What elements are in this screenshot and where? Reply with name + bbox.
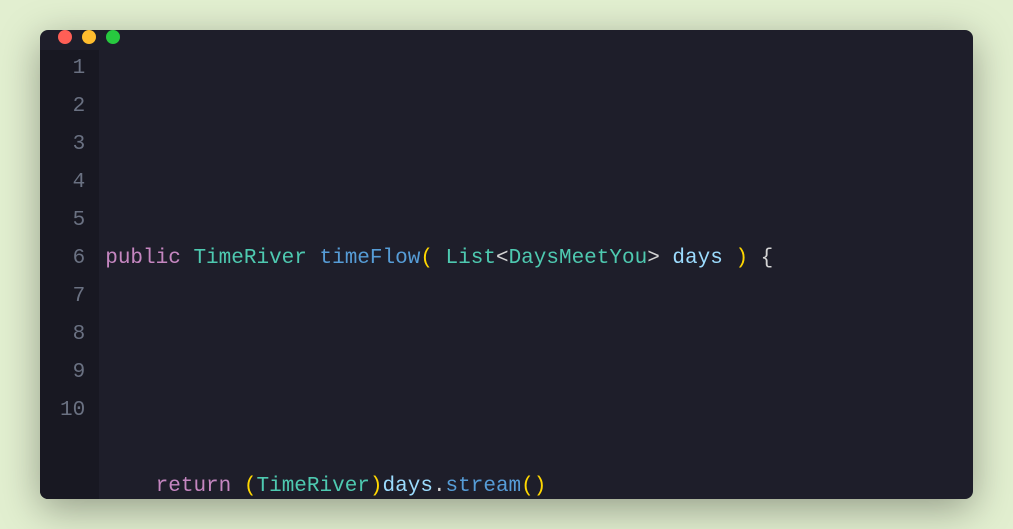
- type-daysmeetyou: DaysMeetYou: [509, 247, 648, 270]
- paren-open: (: [420, 247, 433, 270]
- minimize-icon[interactable]: [82, 30, 96, 44]
- line-number-gutter: 1 2 3 4 5 6 7 8 9 10: [40, 50, 99, 499]
- type-timeriver: TimeRiver: [193, 247, 306, 270]
- code-content[interactable]: public TimeRiver timeFlow( List<DaysMeet…: [99, 50, 773, 499]
- var-days: days: [383, 475, 433, 498]
- line-number: 6: [60, 240, 85, 278]
- line-number: 10: [60, 392, 85, 430]
- paren-close: ): [735, 247, 748, 270]
- paren-open: (: [244, 475, 257, 498]
- line-number: 2: [60, 88, 85, 126]
- maximize-icon[interactable]: [106, 30, 120, 44]
- paren-close: ): [534, 475, 547, 498]
- angle-open: <: [496, 247, 509, 270]
- keyword-public: public: [105, 247, 181, 270]
- close-icon[interactable]: [58, 30, 72, 44]
- line-number: 1: [60, 50, 85, 88]
- paren-close: ): [370, 475, 383, 498]
- code-editor-window: 1 2 3 4 5 6 7 8 9 10 public TimeRiver ti…: [40, 30, 973, 499]
- code-line: public TimeRiver timeFlow( List<DaysMeet…: [105, 240, 773, 278]
- angle-close: >: [647, 247, 660, 270]
- window-titlebar: [40, 30, 973, 44]
- code-line: [105, 354, 773, 392]
- indent: [105, 475, 155, 498]
- line-number: 8: [60, 316, 85, 354]
- type-list: List: [446, 247, 496, 270]
- dot: .: [433, 475, 446, 498]
- code-area: 1 2 3 4 5 6 7 8 9 10 public TimeRiver ti…: [40, 44, 973, 499]
- brace-open: {: [761, 247, 774, 270]
- cast-type: TimeRiver: [256, 475, 369, 498]
- line-number: 5: [60, 202, 85, 240]
- paren-open: (: [521, 475, 534, 498]
- line-number: 9: [60, 354, 85, 392]
- line-number: 3: [60, 126, 85, 164]
- fn-timeflow: timeFlow: [319, 247, 420, 270]
- code-line: return (TimeRiver)days.stream(): [105, 468, 773, 499]
- line-number: 7: [60, 278, 85, 316]
- param-days: days: [672, 247, 722, 270]
- fn-stream: stream: [446, 475, 522, 498]
- keyword-return: return: [156, 475, 232, 498]
- line-number: 4: [60, 164, 85, 202]
- code-line: [105, 126, 773, 164]
